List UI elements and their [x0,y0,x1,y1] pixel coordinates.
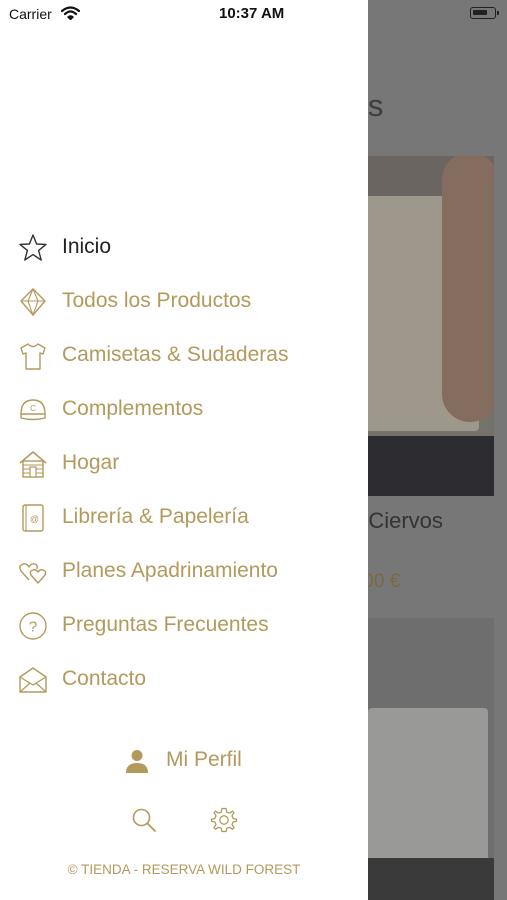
menu-item-todos-los-productos[interactable]: Todos los Productos [0,275,368,329]
svg-text:C: C [30,404,36,413]
gear-icon [210,806,238,834]
footer-copyright: © TIENDA - RESERVA WILD FOREST [67,862,301,877]
menu-item-label: Todos los Productos [62,289,252,312]
menu-item-contacto[interactable]: Contacto [0,653,368,707]
status-time: 10:37 AM [219,5,285,22]
envelope-icon [17,664,49,696]
tshirt-icon [17,340,49,372]
user-icon [124,748,150,774]
question-icon: ? [17,610,49,642]
menu-item-label: Contacto [62,667,147,690]
wifi-icon [61,6,80,20]
menu-item-label: Inicio [62,235,112,258]
menu-item-libreria-papeleria[interactable]: @ Librería & Papelería [0,491,368,545]
menu-item-label: Planes Apadrinamiento [62,559,278,582]
profile-label: Mi Perfil [166,748,242,771]
carrier-label: Carrier [9,6,52,22]
star-icon [17,232,49,264]
house-icon [17,448,49,480]
menu-item-preguntas-frecuentes[interactable]: ? Preguntas Frecuentes [0,599,368,653]
search-button[interactable] [130,806,158,834]
menu-item-label: Complementos [62,397,204,420]
menu-item-label: Librería & Papelería [62,505,249,528]
bag-icon [17,718,49,721]
settings-button[interactable] [210,806,238,834]
profile-button[interactable]: Mi Perfil [124,744,284,778]
search-icon [130,806,158,834]
menu-item-clipped[interactable] [0,707,368,721]
menu-item-label: Preguntas Frecuentes [62,613,269,636]
menu-item-camisetas-sudaderas[interactable]: Camisetas & Sudaderas [0,329,368,383]
cap-icon: C [17,394,49,426]
svg-text:@: @ [30,514,39,524]
menu-list: Inicio Todos los Productos Camisetas & S… [0,221,368,721]
notebook-icon: @ [17,502,49,534]
diamond-icon [17,286,49,318]
menu-item-complementos[interactable]: C Complementos [0,383,368,437]
side-drawer: Carrier Inicio Todos los Productos Camis… [0,0,368,900]
menu-item-label: Camisetas & Sudaderas [62,343,289,366]
battery-icon [470,7,499,19]
svg-text:?: ? [29,619,37,636]
menu-item-hogar[interactable]: Hogar [0,437,368,491]
hearts-icon [17,556,49,588]
menu-item-planes-apadrinamiento[interactable]: Planes Apadrinamiento [0,545,368,599]
menu-item-label: Hogar [62,451,120,474]
product-image[interactable] [368,156,494,496]
menu-item-inicio[interactable]: Inicio [0,221,368,275]
product-image-2[interactable] [368,618,494,900]
